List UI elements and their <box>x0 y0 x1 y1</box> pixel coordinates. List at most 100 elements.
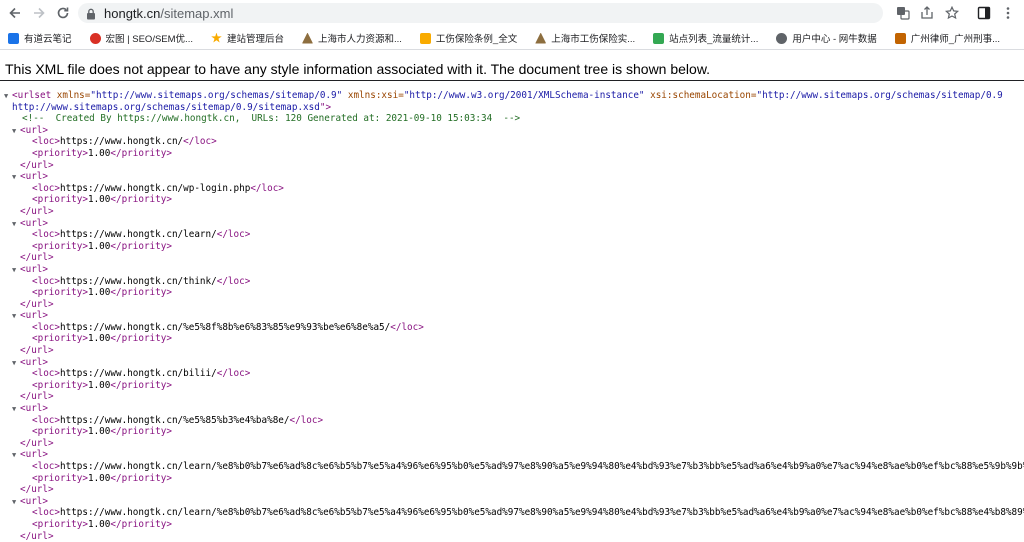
bookmark-item[interactable]: 建站管理后台 <box>211 28 284 48</box>
star-bookmark-icon <box>211 32 222 43</box>
xml-attr: xmlns= <box>56 90 91 101</box>
xml-tag: </url> <box>20 252 54 264</box>
bookmark-item[interactable]: 广州律师_广州刑事... <box>894 28 1000 48</box>
priority-value: 1.00 <box>87 147 111 159</box>
xml-tag: </loc> <box>216 229 251 241</box>
bookmark-label: 上海市工伤保险实... <box>551 34 636 45</box>
xml-tag: <url> <box>20 124 48 136</box>
priority-line: <priority>1.00</priority> <box>0 148 1024 160</box>
url-open-line: ▼ <url> <box>0 357 1024 369</box>
bookmark-item[interactable]: 工伤保险条例_全文 <box>419 28 518 48</box>
translate-icon <box>897 7 910 20</box>
reload-icon <box>57 7 69 19</box>
side-panel-button[interactable] <box>974 3 994 23</box>
bookmark-label: 工伤保险条例_全文 <box>435 34 518 45</box>
url-open-line: ▼ <url> <box>0 171 1024 183</box>
bookmark-label: 广州律师_广州刑事... <box>910 34 1000 45</box>
xml-tag: </loc> <box>183 136 217 148</box>
priority-line: <priority>1.00</priority> <box>0 473 1024 485</box>
side-panel-icon <box>977 6 991 20</box>
loc-line: <loc>https://www.hongtk.cn/learn/%e8%b0%… <box>0 461 1024 473</box>
xml-tree: ▼ <urlset xmlns="http://www.sitemaps.org/… <box>0 90 1024 542</box>
xml-attr-value: http://www.sitemaps.org/schemas/sitemap/… <box>12 101 320 113</box>
loc-line: <loc>https://www.hongtk.cn/</loc> <box>0 136 1024 148</box>
url-text: hongtk.cn/sitemap.xml <box>104 6 233 21</box>
xml-tag: </loc> <box>289 414 324 426</box>
bookmark-item[interactable]: 上海市工伤保险实... <box>535 28 635 48</box>
xml-tag: </url> <box>20 484 54 496</box>
lawyer-site-icon <box>894 32 906 44</box>
forward-button[interactable] <box>28 2 50 24</box>
back-button[interactable] <box>4 2 26 24</box>
loc-value: https://www.hongtk.cn/bilii/ <box>60 368 217 380</box>
menu-button[interactable] <box>998 3 1018 23</box>
xml-tag: <loc> <box>32 461 60 472</box>
url-close-line: </url> <box>0 299 1024 311</box>
url-open-line: ▼ <url> <box>0 403 1024 415</box>
xml-attr: xmlns:xsi= <box>342 90 404 101</box>
url-close-line: </url> <box>0 438 1024 450</box>
reload-button[interactable] <box>52 2 74 24</box>
url-close-line: </url> <box>0 206 1024 218</box>
bookmarks-bar: 有道云笔记 宏图 | SEO/SEM优... 建站管理后台 上海市人力资源和..… <box>0 27 1024 50</box>
url-path: /sitemap.xml <box>160 5 234 21</box>
bookmark-item[interactable]: 上海市人力资源和... <box>301 28 402 48</box>
loc-value: https://www.hongtk.cn/%e5%8f%8b%e6%83%85… <box>60 321 391 333</box>
xml-tag: </priority> <box>110 333 172 345</box>
bookmark-label: 有道云笔记 <box>24 34 72 45</box>
xml-tag: <loc> <box>32 136 60 148</box>
xml-tag: <url> <box>20 171 48 183</box>
loc-line: <loc>https://www.hongtk.cn/%e5%85%b3%e4%… <box>0 415 1024 427</box>
globe-icon <box>776 32 788 44</box>
xml-tag: </priority> <box>110 379 172 391</box>
priority-value: 1.00 <box>87 379 111 391</box>
url-open-line: ▼ <url> <box>0 218 1024 230</box>
url-close-line: </url> <box>0 345 1024 357</box>
xml-tag: <loc> <box>32 229 60 241</box>
xml-tag: </url> <box>20 205 54 217</box>
xml-tag: </loc> <box>216 275 251 287</box>
xml-tag: </loc> <box>250 182 284 194</box>
bookmark-label: 上海市人力资源和... <box>317 34 402 45</box>
loc-value: https://www.hongtk.cn/learn/ <box>60 229 217 241</box>
xml-tag: </url> <box>20 298 54 310</box>
xml-comment-line: <!-- Created By https://www.hongtk.cn, U… <box>0 113 1024 125</box>
xml-tag: </priority> <box>110 472 172 484</box>
xml-tag: <priority> <box>32 240 88 252</box>
urlset-open-line-2: http://www.sitemaps.org/schemas/sitemap/… <box>0 102 1024 114</box>
xml-tag: <url> <box>20 217 48 229</box>
url-close-line: </url> <box>0 160 1024 172</box>
bookmark-star-button[interactable] <box>942 3 962 23</box>
bookmark-item[interactable]: 宏图 | SEO/SEM优... <box>89 28 193 48</box>
xml-tag: </loc> <box>390 321 424 333</box>
bookmark-label: 用户中心 - 网牛数据 <box>792 34 877 45</box>
xml-tag: <urlset <box>12 90 57 101</box>
xml-tag: </url> <box>20 159 54 171</box>
xml-tag: <priority> <box>32 472 88 484</box>
priority-line: <priority>1.00</priority> <box>0 380 1024 392</box>
share-icon <box>921 6 933 19</box>
cnzz-stats-icon <box>653 32 665 44</box>
lock-icon <box>86 7 96 20</box>
loc-line: <loc>https://www.hongtk.cn/think/</loc> <box>0 276 1024 288</box>
arrow-left-icon <box>9 7 20 19</box>
bookmark-item[interactable]: 有道云笔记 <box>8 28 72 48</box>
xml-style-notice: This XML file does not appear to have an… <box>0 60 1024 81</box>
bookmark-item[interactable]: 站点列表_流量统计... <box>653 28 758 48</box>
priority-value: 1.00 <box>87 287 111 299</box>
priority-line: <priority>1.00</priority> <box>0 287 1024 299</box>
xml-tag: <priority> <box>32 333 88 345</box>
address-bar[interactable]: hongtk.cn/sitemap.xml <box>78 3 883 23</box>
xml-tag: </priority> <box>110 240 172 252</box>
xml-tag: <loc> <box>32 507 60 519</box>
translate-button[interactable] <box>893 3 913 23</box>
loc-line: <loc>https://www.hongtk.cn/learn/</loc> <box>0 229 1024 241</box>
share-button[interactable] <box>917 3 937 23</box>
xml-attr-value: "http://www.sitemaps.org/schemas/sitemap… <box>90 90 343 101</box>
url-open-line: ▼ <url> <box>0 310 1024 322</box>
xml-tag: </priority> <box>110 518 172 530</box>
xml-tag: </priority> <box>110 426 172 438</box>
loc-line: <loc>https://www.hongtk.cn/learn/%e8%b0%… <box>0 507 1024 519</box>
bookmark-item[interactable]: 用户中心 - 网牛数据 <box>776 28 877 48</box>
priority-value: 1.00 <box>87 472 111 484</box>
